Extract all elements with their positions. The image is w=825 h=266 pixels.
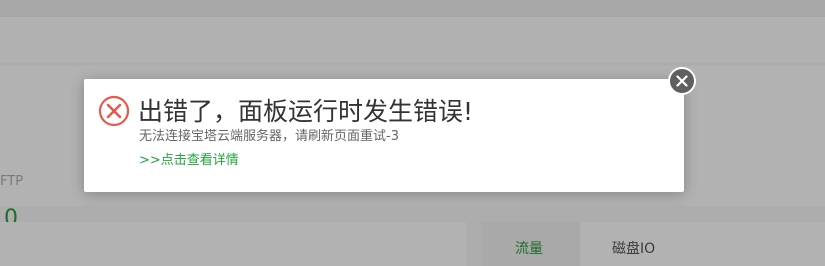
dialog-title: 出错了，面板运行时发生错误! (138, 97, 474, 126)
header-card (0, 16, 825, 63)
tab-disk-io[interactable]: 磁盘IO (612, 238, 655, 258)
ftp-stat-label: FTP (0, 174, 24, 189)
view-details-link[interactable]: >>点击查看详情 (139, 153, 239, 169)
top-bar (0, 0, 825, 16)
error-dialog: 出错了，面板运行时发生错误! 无法连接宝塔云端服务器，请刷新页面重试-3 >>点… (84, 79, 684, 192)
close-button[interactable] (668, 67, 696, 95)
dialog-message: 无法连接宝塔云端服务器，请刷新页面重试-3 (139, 129, 399, 144)
error-x-circle-icon (98, 95, 130, 127)
tab-traffic[interactable]: 流量 (515, 238, 543, 258)
left-panel (0, 222, 466, 266)
page: FTP 0 流量 磁盘IO 出错了，面板运行时发生错误! 无法连接宝塔云端服务器… (0, 0, 825, 266)
